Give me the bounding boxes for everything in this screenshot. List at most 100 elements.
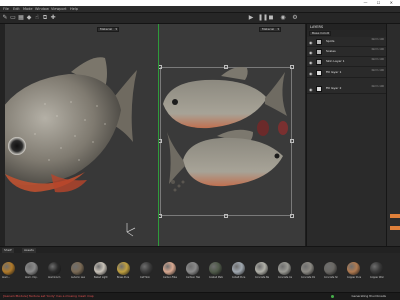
menu-viewport[interactable]: Viewport xyxy=(51,7,66,11)
material-label: Baked Light xyxy=(94,276,108,279)
material-thumbnail[interactable] xyxy=(94,262,107,275)
material-label: Copper Worn xyxy=(370,276,384,279)
material-thumbnail[interactable] xyxy=(324,262,337,275)
material-label: Autumn Leaf xyxy=(71,276,85,279)
layer-blend[interactable]: Norm 100 xyxy=(372,38,384,41)
layer-name: Scales xyxy=(326,49,336,53)
menu-help[interactable]: Help xyxy=(70,7,78,11)
eraser-icon[interactable]: ▭ xyxy=(10,15,16,21)
layer-row[interactable]: ◉ Fill layer 1 Norm 100 xyxy=(307,68,387,78)
material-label: Concrete Dirty xyxy=(301,276,315,279)
layer-thumbnail xyxy=(316,59,322,65)
viewport-3d[interactable]: Material ▾ xyxy=(5,24,158,246)
eye-icon[interactable]: ◉ xyxy=(309,40,313,45)
menu-file[interactable]: File xyxy=(3,7,9,11)
material-label: Copper Pure xyxy=(347,276,361,279)
layer-thumbnail xyxy=(316,70,322,76)
menubar: File Edit Mode Window Viewport Help xyxy=(0,6,400,13)
material-thumbnail[interactable] xyxy=(71,262,84,275)
layer-thumbnail xyxy=(316,49,322,55)
eye-icon[interactable]: ◉ xyxy=(309,87,313,92)
material-thumbnail[interactable] xyxy=(278,262,291,275)
color-picker-icon[interactable]: ✚ xyxy=(50,15,56,21)
property-slider[interactable] xyxy=(390,214,400,218)
material-label: Aluminium xyxy=(48,276,61,279)
fish-3d-render xyxy=(5,57,137,237)
layer-name: Spots xyxy=(326,39,335,43)
material-label: Calf Skin xyxy=(140,276,151,279)
menu-mode[interactable]: Mode xyxy=(23,7,33,11)
toolbar: ✎ ▭ ▦ ◆ ☝ ⧉ ✚ ▶ ❚❚ ◼ ◉ ⚙ xyxy=(0,13,400,24)
material-label: Concrete Bare xyxy=(255,276,269,279)
clone-icon[interactable]: ⧉ xyxy=(42,15,48,21)
material-thumbnail[interactable] xyxy=(2,262,15,275)
layers-panel: LAYERS Base Color ▾ ◉ Spots Norm 100 ◉ S… xyxy=(306,24,387,246)
texture-channel-value: Base Color xyxy=(312,31,329,35)
layer-blend[interactable]: Norm 100 xyxy=(372,58,384,61)
pause-icon[interactable]: ❚❚ xyxy=(258,15,268,21)
material-label: Cartoon Hair xyxy=(186,276,200,279)
minimize-button[interactable]: — xyxy=(363,0,371,5)
layer-row[interactable]: ◉ Scales Norm 100 xyxy=(307,47,387,57)
material-thumbnail[interactable] xyxy=(48,262,61,275)
settings-icon[interactable]: ⚙ xyxy=(292,15,298,21)
play-icon[interactable]: ▶ xyxy=(248,15,254,21)
material-thumbnail[interactable] xyxy=(209,262,222,275)
material-thumbnail[interactable] xyxy=(140,262,153,275)
layer-blend[interactable]: Norm 100 xyxy=(372,69,384,72)
status-bar: [GenericModule] Texture set 'body' has a… xyxy=(0,292,400,300)
eye-icon[interactable]: ◉ xyxy=(309,71,313,76)
layer-thumbnail xyxy=(316,39,322,45)
material-thumbnail[interactable] xyxy=(117,262,130,275)
projection-icon[interactable]: ▦ xyxy=(18,15,24,21)
material-thumbnail[interactable] xyxy=(370,262,383,275)
material-thumbnail[interactable] xyxy=(347,262,360,275)
properties-panel xyxy=(386,24,400,246)
layer-thumbnail xyxy=(316,86,322,92)
material-label: Concrete Simple xyxy=(324,276,338,279)
layer-blend[interactable]: Norm 100 xyxy=(372,85,384,88)
layer-row[interactable]: ◉ Skin Layer 1 Norm 100 xyxy=(307,57,387,67)
layer-name: Fill layer 1 xyxy=(326,70,342,74)
texture-channel-dropdown[interactable]: Base Color ▾ xyxy=(309,31,331,36)
material-thumbnail[interactable] xyxy=(186,262,199,275)
material-thumbnail[interactable] xyxy=(25,262,38,275)
property-slider[interactable] xyxy=(390,226,400,230)
status-message: [GenericModule] Texture set 'body' has a… xyxy=(3,294,94,298)
chevron-down-icon: ▾ xyxy=(327,31,329,35)
shelf-filter-bar xyxy=(0,253,400,259)
close-button[interactable]: ✕ xyxy=(390,0,397,5)
layer-name: Fill layer 2 xyxy=(326,86,342,90)
eye-icon[interactable]: ◉ xyxy=(309,50,313,55)
layer-row[interactable]: ◉ Spots Norm 100 xyxy=(307,37,387,47)
shelf: Shelf Assets Alum... Alum. Imp. Aluminium A… xyxy=(0,246,400,292)
layer-name: Skin Layer 1 xyxy=(326,59,345,63)
polygon-fill-icon[interactable]: ◆ xyxy=(26,15,32,21)
layers-toolbar: Base Color ▾ xyxy=(307,30,387,37)
render-icon[interactable]: ◼ xyxy=(268,15,274,21)
material-thumbnail[interactable] xyxy=(255,262,268,275)
material-thumbnail[interactable] xyxy=(301,262,314,275)
layer-row[interactable]: ◉ Fill layer 2 Norm 100 xyxy=(307,84,387,94)
smudge-icon[interactable]: ☝ xyxy=(34,15,40,21)
material-label: Alum... xyxy=(2,276,11,279)
status-right: Generating thumbnails xyxy=(351,294,386,298)
uv-texture-map xyxy=(163,67,288,192)
material-label: Concrete Cast xyxy=(278,276,292,279)
material-thumbnail[interactable] xyxy=(232,262,245,275)
menu-edit[interactable]: Edit xyxy=(13,7,20,11)
camera-icon[interactable]: ◉ xyxy=(280,15,286,21)
material-label: Coated Metal xyxy=(209,276,223,279)
viewport-2d[interactable]: Material ▾ xyxy=(159,24,305,246)
material-label: Cobalt Pure xyxy=(232,276,246,279)
material-label: Brass Pure xyxy=(117,276,130,279)
fish-eye xyxy=(8,137,26,155)
maximize-button[interactable]: ☐ xyxy=(377,0,385,5)
material-thumbnail[interactable] xyxy=(163,262,176,275)
material-label: Carbon Fiber xyxy=(163,276,177,279)
material-label: Alum. Imp. xyxy=(25,276,38,279)
paint-brush-icon[interactable]: ✎ xyxy=(2,15,8,21)
eye-icon[interactable]: ◉ xyxy=(309,60,313,65)
menu-window[interactable]: Window xyxy=(35,7,49,11)
layer-blend[interactable]: Norm 100 xyxy=(372,48,384,51)
